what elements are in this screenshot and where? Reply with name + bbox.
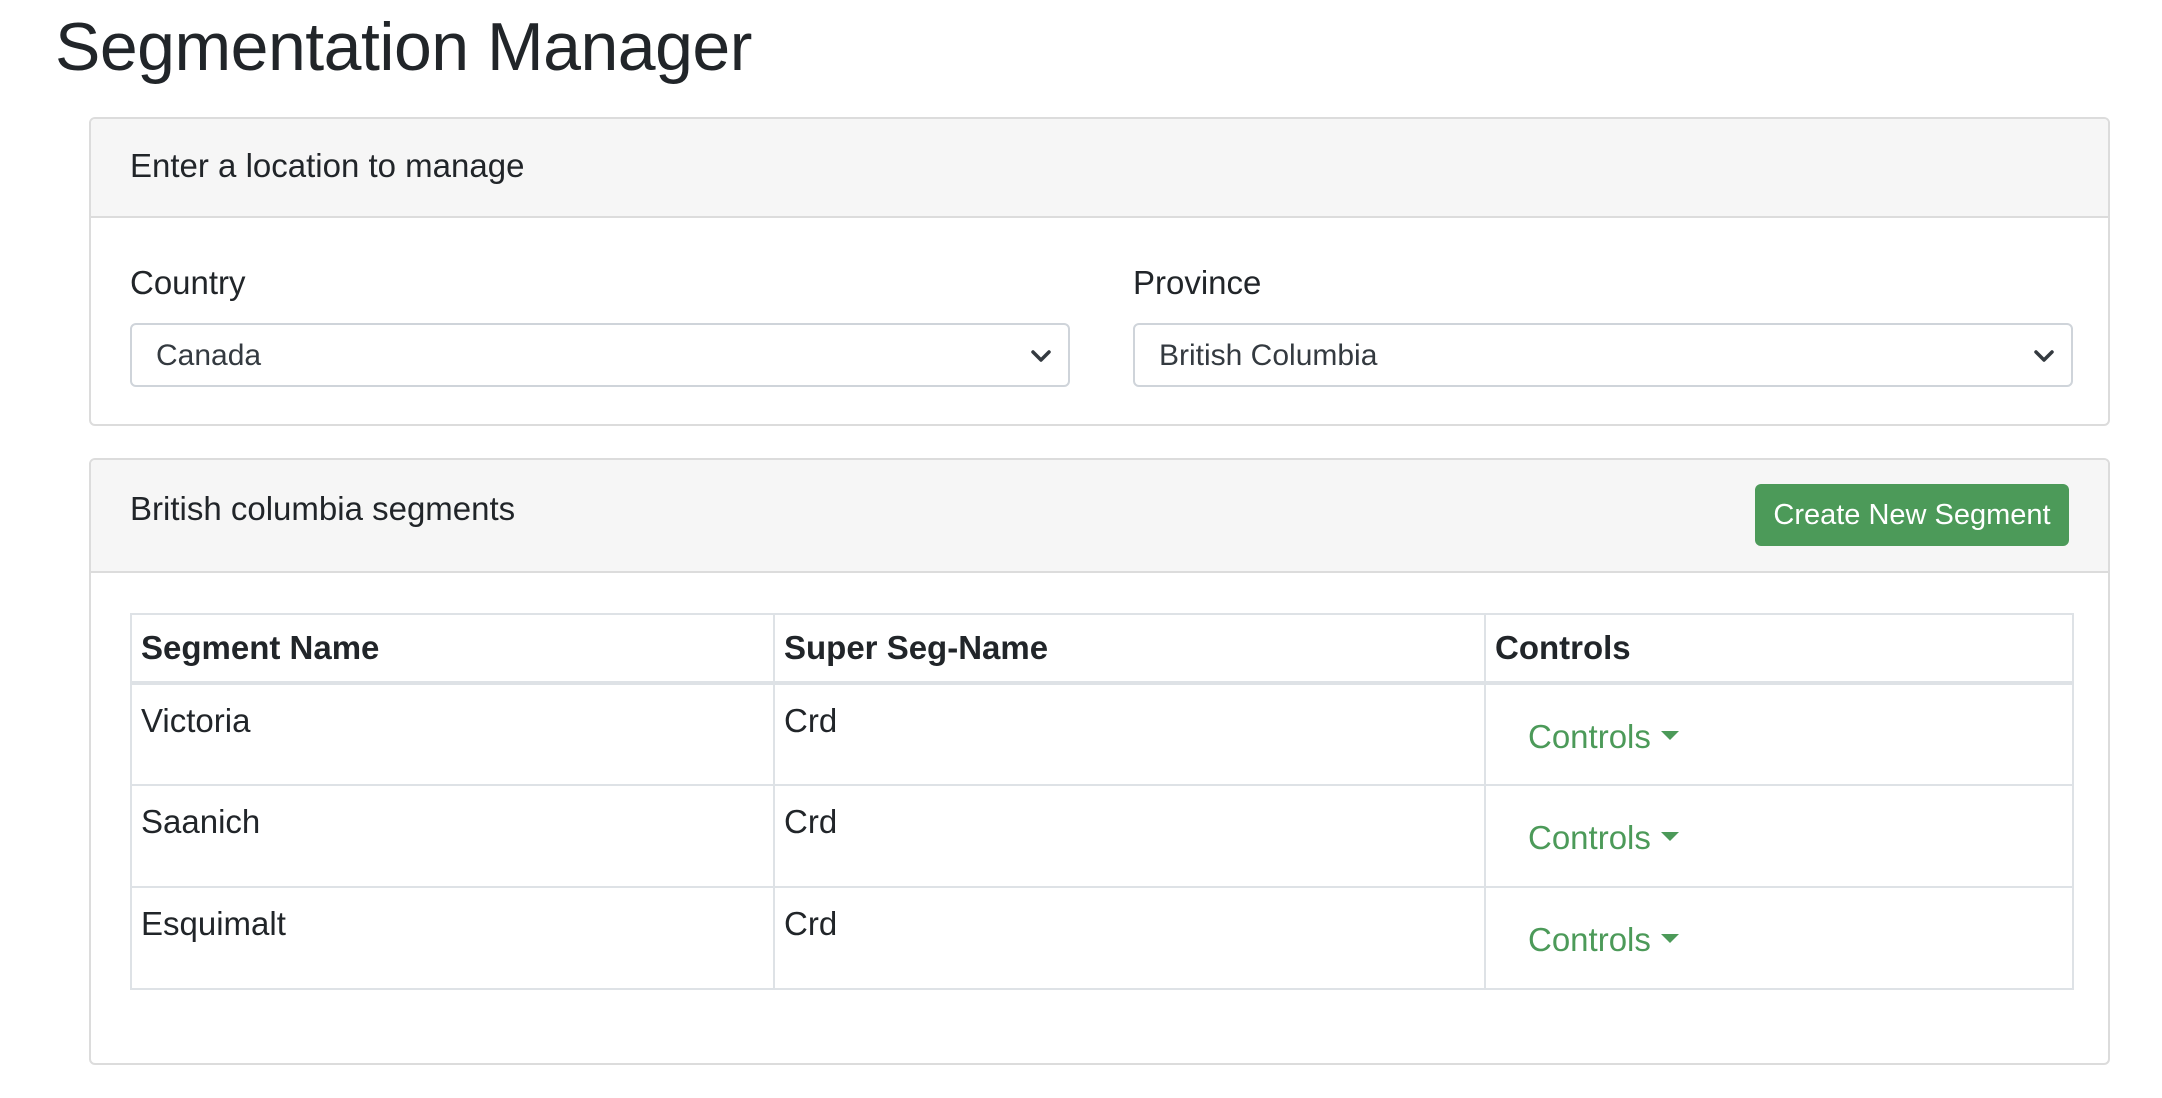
caret-down-icon — [1660, 933, 1679, 943]
table-header-row: Segment Name Super Seg-Name Controls — [130, 613, 2074, 685]
province-select[interactable]: British Columbia — [1133, 323, 2073, 387]
column-header-segment-name: Segment Name — [130, 613, 775, 685]
segments-card-title: British columbia segments — [130, 490, 516, 527]
province-select-value: British Columbia — [1159, 339, 1378, 372]
location-card-header: Enter a location to manage — [91, 119, 2108, 218]
location-card-title: Enter a location to manage — [130, 147, 525, 184]
controls-dropdown-label: Controls — [1528, 718, 1651, 755]
controls-cell: Controls — [1484, 784, 2074, 888]
country-select[interactable]: Canada — [130, 323, 1070, 387]
controls-dropdown-label: Controls — [1528, 921, 1651, 958]
segment-name-cell: Victoria — [130, 682, 775, 786]
caret-down-icon — [1660, 831, 1679, 841]
chevron-down-icon — [2034, 350, 2054, 362]
segment-name-cell: Saanich — [130, 784, 775, 888]
segments-table: Segment Name Super Seg-Name Controls Vic… — [130, 613, 2074, 990]
table-row: Esquimalt Crd Controls — [130, 886, 2074, 990]
column-header-controls: Controls — [1484, 613, 2074, 685]
column-header-super-seg-name: Super Seg-Name — [773, 613, 1486, 685]
super-seg-name-cell: Crd — [773, 784, 1486, 888]
create-new-segment-button[interactable]: Create New Segment — [1755, 484, 2069, 546]
controls-dropdown-button[interactable]: Controls — [1528, 819, 1679, 857]
segments-card-header: British columbia segments Create New Seg… — [91, 460, 2108, 573]
location-card: Enter a location to manage Country Canad… — [89, 117, 2110, 426]
table-row: Saanich Crd Controls — [130, 784, 2074, 888]
controls-cell: Controls — [1484, 886, 2074, 990]
segments-card: British columbia segments Create New Seg… — [89, 458, 2110, 1065]
segment-name-cell: Esquimalt — [130, 886, 775, 990]
province-label: Province — [1133, 264, 1262, 301]
country-select-value: Canada — [156, 339, 262, 372]
chevron-down-icon — [1031, 350, 1051, 362]
controls-dropdown-label: Controls — [1528, 819, 1651, 856]
caret-down-icon — [1660, 730, 1679, 740]
controls-dropdown-button[interactable]: Controls — [1528, 718, 1679, 756]
super-seg-name-cell: Crd — [773, 682, 1486, 786]
table-row: Victoria Crd Controls — [130, 682, 2074, 786]
super-seg-name-cell: Crd — [773, 886, 1486, 990]
controls-cell: Controls — [1484, 682, 2074, 786]
country-label: Country — [130, 264, 246, 301]
page-title: Segmentation Manager — [55, 9, 752, 85]
controls-dropdown-button[interactable]: Controls — [1528, 921, 1679, 959]
